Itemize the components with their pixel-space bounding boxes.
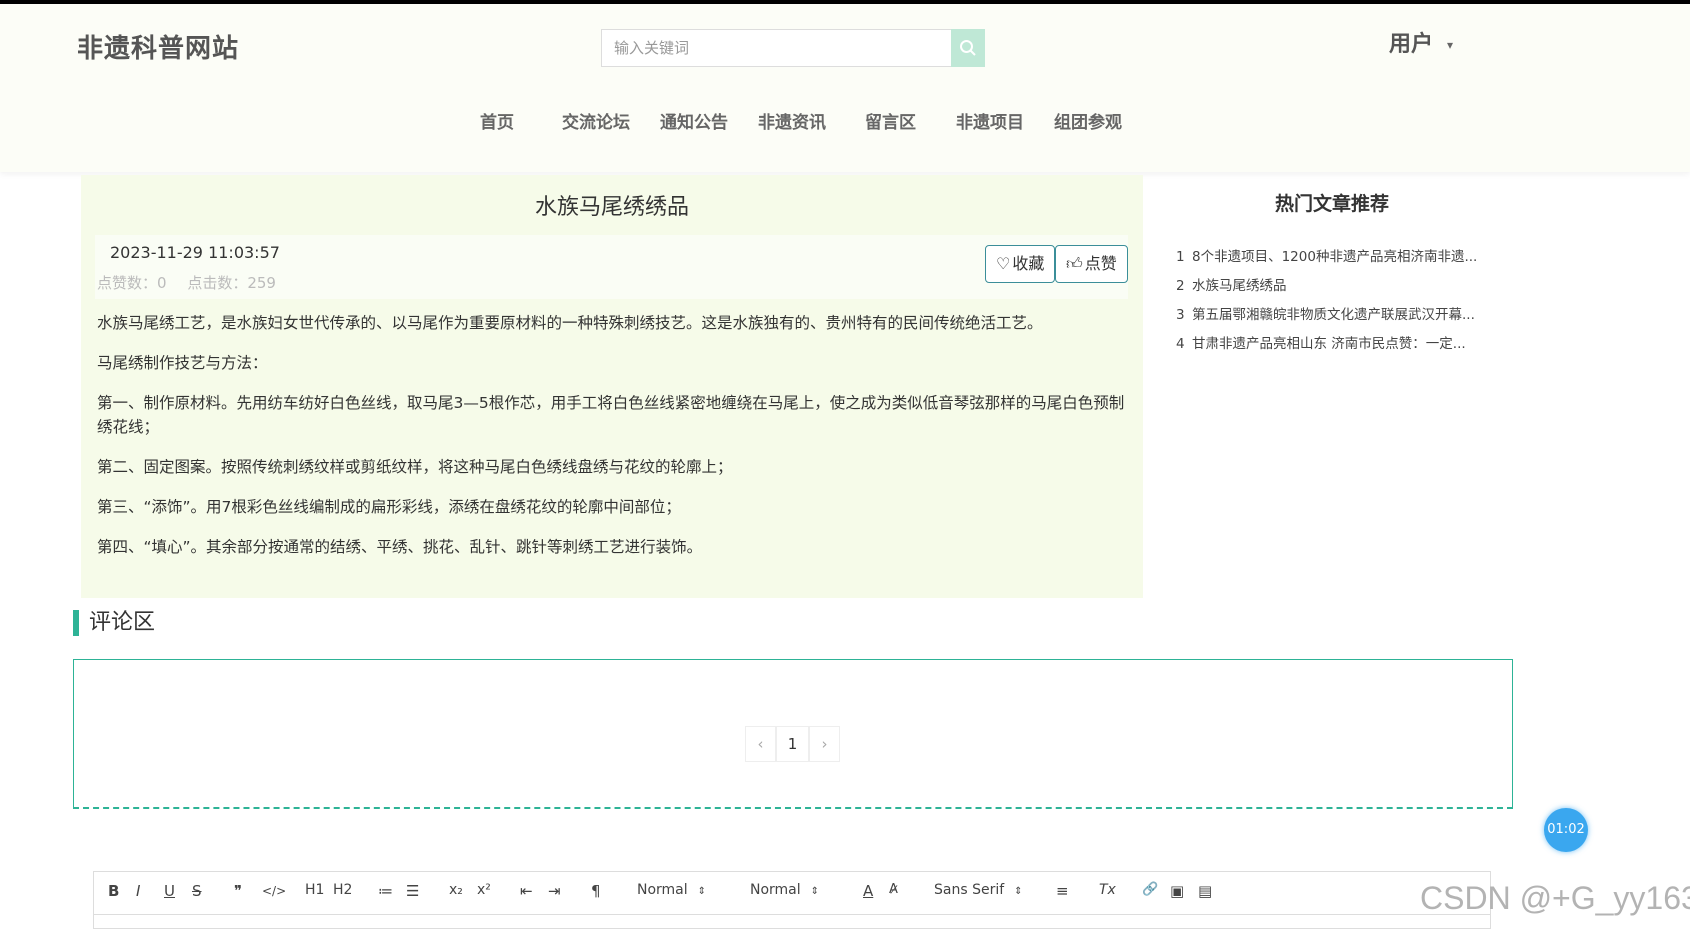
font-select[interactable]: Sans Serif ⇕ [934, 882, 1023, 898]
ordered-list-icon[interactable]: ≔ [378, 882, 393, 900]
nav-news[interactable]: 非遗资讯 [758, 108, 826, 133]
heart-icon: ♡ [996, 254, 1011, 273]
article-meta: 2023-11-29 11:03:57 点赞数：0 点击数：259 ♡ 收藏 👍︎… [95, 235, 1128, 299]
paragraph: 第二、固定图案。按照传统刺绣纹样或剪纸纹样，将这种马尾白色绣线盘绣与花纹的轮廓上… [97, 458, 733, 476]
article-title: 水族马尾绣绣品 [534, 195, 689, 220]
like-count: 点赞数：0 [97, 274, 167, 292]
paragraph: 水族马尾绣工艺，是水族妇女世代传承的、以马尾作为重要原材料的一种特殊刺绣技艺。这… [97, 314, 1043, 332]
paragraph: 马尾绣制作技艺与方法： [97, 354, 268, 372]
hot-article-item[interactable]: 3 第五届鄂湘赣皖非物质文化遗产联展武汉开幕... [1176, 305, 1477, 334]
search-button[interactable] [951, 29, 985, 67]
pagination: ‹ 1 › [745, 726, 840, 762]
link-icon[interactable]: 🔗 [1142, 882, 1158, 897]
nav-group-visit[interactable]: 组团参观 [1054, 108, 1122, 133]
superscript-icon[interactable]: x² [477, 882, 491, 898]
hot-articles-list: 1 8个非遗项目、1200种非遗产品亮相济南非遗... 2 水族马尾绣绣品 3 第五届… [1176, 247, 1477, 363]
like-label: 点赞 [1084, 254, 1117, 273]
code-icon[interactable]: </> [262, 884, 286, 898]
header-select-value: Normal [750, 882, 801, 898]
header-select[interactable]: Normal ⇕ [750, 882, 819, 898]
select-arrows-icon: ⇕ [697, 886, 707, 897]
select-arrows-icon: ⇕ [1014, 886, 1023, 897]
site-logo[interactable]: 非遗科普网站 [77, 28, 239, 65]
image-icon[interactable]: ▣ [1170, 882, 1184, 900]
thumbs-up-icon: 👍︎ [1066, 254, 1083, 273]
h1-icon[interactable]: H1 [305, 882, 324, 898]
h2-icon[interactable]: H2 [333, 882, 352, 898]
comment-list: ‹ 1 › [73, 659, 1513, 809]
select-arrows-icon: ⇕ [810, 886, 820, 897]
background-color-icon[interactable]: A̷ [889, 882, 898, 897]
article-panel: 水族马尾绣绣品 2023-11-29 11:03:57 点赞数：0 点击数：25… [81, 175, 1143, 598]
nav-notice[interactable]: 通知公告 [660, 108, 728, 133]
hot-article-item[interactable]: 4 甘肃非遗产品亮相山东 济南市民点赞：一定... [1176, 334, 1477, 363]
clear-format-icon[interactable]: Tx [1099, 882, 1116, 898]
nav-message[interactable]: 留言区 [865, 108, 916, 133]
search-input[interactable] [601, 29, 951, 67]
watermark: CSDN @+G_yy163 [1420, 880, 1690, 916]
outdent-icon[interactable]: ⇤ [520, 882, 533, 900]
click-count: 点击数：259 [187, 274, 276, 292]
bold-icon[interactable]: B [108, 882, 119, 900]
blockquote-icon[interactable]: ❞ [234, 882, 242, 900]
user-label: 用户 [1389, 32, 1434, 57]
editor-toolbar: B I U S ❞ </> H1 H2 ≔ ☰ x₂ x² ⇤ ⇥ ¶ Norm… [94, 872, 1490, 915]
search-icon [960, 40, 976, 56]
article-date: 2023-11-29 11:03:57 [110, 243, 280, 262]
bullet-list-icon[interactable]: ☰ [406, 882, 419, 900]
strike-icon[interactable]: S [192, 882, 202, 900]
timer-badge[interactable]: 01:02 [1544, 808, 1588, 852]
video-icon[interactable]: ▤ [1198, 882, 1212, 900]
favorite-label: 收藏 [1012, 254, 1045, 273]
size-select-value: Normal [637, 882, 688, 898]
indent-icon[interactable]: ⇥ [548, 882, 561, 900]
size-select[interactable]: Normal ⇕ [637, 882, 706, 898]
paragraph: 第四、“填心”。其余部分按通常的结绣、平绣、挑花、乱针、跳针等刺绣工艺进行装饰。 [97, 538, 703, 556]
next-page-button[interactable]: › [809, 726, 840, 762]
caret-down-icon: ▾ [1447, 38, 1454, 52]
nav-home[interactable]: 首页 [480, 108, 514, 133]
subscript-icon[interactable]: x₂ [449, 882, 463, 898]
paragraph: 第三、“添饰”。用7根彩色丝线编制成的扁形彩线，添绣在盘绣花纹的轮廓中间部位； [97, 498, 681, 516]
hot-article-item[interactable]: 2 水族马尾绣绣品 [1176, 276, 1477, 305]
site-header: 非遗科普网站 用户 ▾ 首页 交流论坛 通知公告 非遗资讯 留言区 非遗项目 组团… [0, 4, 1690, 172]
favorite-button[interactable]: ♡ 收藏 [985, 245, 1056, 283]
underline-icon[interactable]: U [164, 882, 175, 900]
like-button[interactable]: 👍︎ 点赞 [1055, 245, 1128, 283]
comment-section-title: 评论区 [73, 610, 155, 636]
prev-page-button[interactable]: ‹ [745, 726, 776, 762]
user-menu[interactable]: 用户 ▾ [1389, 26, 1453, 58]
paragraph: 第一、制作原材料。先用纺车纺好白色丝线，取马尾3—5根作芯，用手工将白色丝线紧密… [97, 394, 1125, 436]
font-color-icon[interactable]: A [863, 882, 873, 900]
hot-articles-title: 热门文章推荐 [1274, 193, 1389, 215]
hot-article-item[interactable]: 1 8个非遗项目、1200种非遗产品亮相济南非遗... [1176, 247, 1477, 276]
text-direction-icon[interactable]: ¶ [591, 882, 601, 900]
italic-icon[interactable]: I [136, 882, 140, 900]
article-body: 水族马尾绣工艺，是水族妇女世代传承的、以马尾作为重要原材料的一种特殊刺绣技艺。这… [97, 311, 1127, 575]
nav-projects[interactable]: 非遗项目 [956, 108, 1024, 133]
align-icon[interactable]: ≡ [1056, 882, 1069, 900]
comment-editor[interactable]: B I U S ❞ </> H1 H2 ≔ ☰ x₂ x² ⇤ ⇥ ¶ Norm… [93, 871, 1491, 929]
search-bar [601, 29, 985, 69]
page-number[interactable]: 1 [776, 726, 809, 762]
nav-forum[interactable]: 交流论坛 [562, 108, 630, 133]
article-counts: 点赞数：0 点击数：259 [97, 272, 292, 293]
font-select-value: Sans Serif [934, 882, 1005, 898]
